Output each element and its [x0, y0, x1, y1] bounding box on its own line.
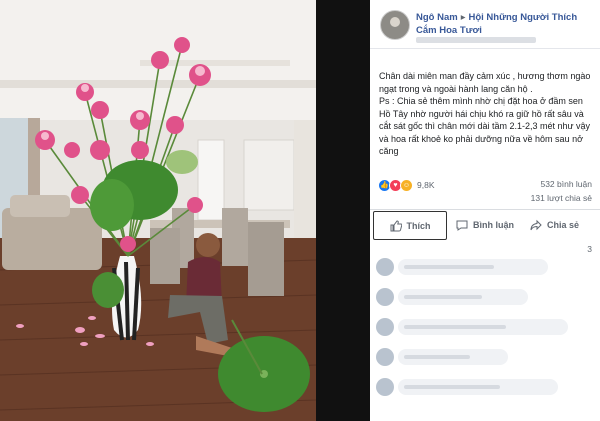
post-panel: Ngô Nam ▸ Hội Những Người Thích Cắm Hoa Tư…: [370, 0, 600, 421]
author-avatar[interactable]: [380, 10, 410, 40]
post-text-line: Ps : Chia sẻ thêm mình nhờ chị đặt hoa ở…: [379, 96, 591, 156]
commenter-avatar[interactable]: [376, 318, 394, 336]
comment-icon: [456, 220, 468, 231]
header-divider: [370, 48, 600, 49]
like-label: Thích: [406, 220, 431, 231]
commenter-avatar[interactable]: [376, 348, 394, 366]
thumbs-up-icon: [390, 219, 402, 231]
commenter-avatar[interactable]: [376, 288, 394, 306]
post-action-bar: Thích Bình luận Chia sẻ: [370, 209, 600, 241]
share-icon: [530, 219, 542, 231]
share-label: Chia sẻ: [547, 220, 580, 230]
viewer-backdrop: [316, 0, 370, 421]
arrow-right-icon: ▸: [460, 12, 466, 23]
post-photo[interactable]: [0, 0, 316, 421]
wow-reaction-icon: ☺: [400, 178, 413, 192]
commenter-avatar[interactable]: [376, 378, 394, 396]
like-button[interactable]: Thích: [373, 211, 447, 240]
reactions-summary[interactable]: 👍 ♥ ☺ 9,8K: [378, 178, 435, 192]
author-name[interactable]: Ngô Nam: [416, 12, 458, 23]
comment-bubble-blurred: [398, 319, 568, 335]
comment-item[interactable]: [376, 318, 586, 340]
comment-item[interactable]: [376, 348, 586, 370]
comment-button[interactable]: Bình luận: [456, 215, 514, 235]
post-text-line: Chân dài miên man đầy cảm xúc , hương th…: [379, 71, 591, 94]
post-author-group: Ngô Nam ▸ Hội Những Người Thích Cắm Hoa Tư…: [416, 11, 586, 37]
post-stats: 👍 ♥ ☺ 9,8K 532 bình luận 131 lượt chia s…: [378, 178, 592, 207]
comments-section: [370, 240, 600, 421]
comments-count-link[interactable]: 532 bình luận: [540, 179, 592, 189]
shares-count-link[interactable]: 131 lượt chia sẻ: [531, 193, 592, 203]
comment-label: Bình luận: [473, 220, 514, 230]
commenter-avatar[interactable]: [376, 258, 394, 276]
comment-bubble-blurred: [398, 259, 548, 275]
post-meta-blurred: [416, 37, 536, 43]
comment-item[interactable]: [376, 258, 586, 280]
share-button[interactable]: Chia sẻ: [530, 215, 579, 235]
reaction-count: 9,8K: [417, 180, 435, 190]
post-header: Ngô Nam ▸ Hội Những Người Thích Cắm Hoa Tư…: [376, 8, 594, 48]
comments-partial-count: 3: [587, 244, 592, 254]
comment-item[interactable]: [376, 378, 586, 400]
lotus-arrangement-image: [0, 0, 316, 421]
comment-item[interactable]: [376, 288, 586, 310]
comment-bubble-blurred: [398, 349, 508, 365]
comment-bubble-blurred: [398, 289, 528, 305]
post-text: Chân dài miên man đầy cảm xúc , hương th…: [379, 70, 591, 158]
comment-bubble-blurred: [398, 379, 558, 395]
